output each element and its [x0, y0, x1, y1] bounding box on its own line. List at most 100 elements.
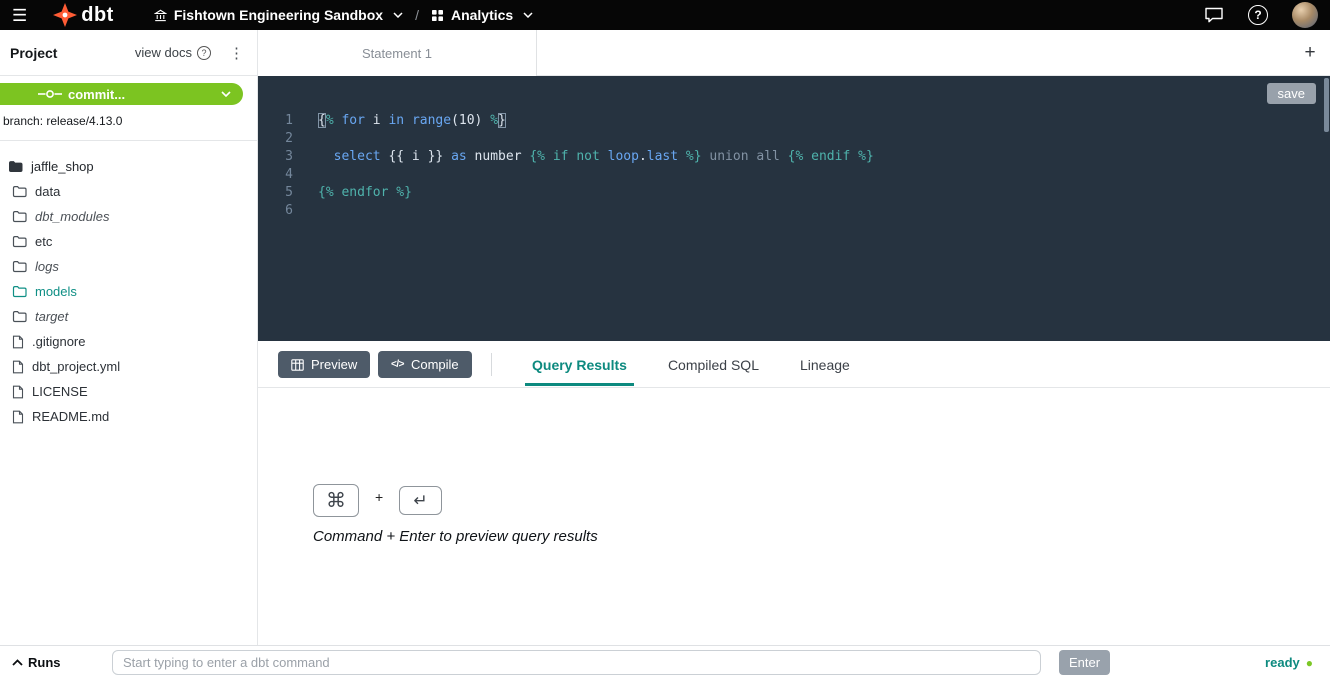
- enter-button[interactable]: Enter: [1059, 650, 1110, 675]
- sidebar-divider: [0, 140, 257, 141]
- editor-scrollbar[interactable]: [1324, 78, 1329, 132]
- top-bar: ☰ dbt Fishtown Engineering Sandbox / Ana…: [0, 0, 1330, 30]
- chevron-down-icon: [393, 12, 403, 18]
- tree-item-label: data: [35, 184, 60, 199]
- results-tabs: Query Results Compiled SQL Lineage: [532, 341, 850, 388]
- enter-key-icon: ↵: [399, 486, 442, 515]
- tree-item-dbt-project-yml[interactable]: dbt_project.yml: [0, 354, 257, 379]
- line-content: {% for i in range(10) %}: [293, 112, 506, 130]
- line-number: 2: [258, 130, 293, 148]
- topbar-actions: ?: [1204, 2, 1318, 28]
- commit-button[interactable]: commit...: [0, 83, 243, 105]
- plus-sign: +: [375, 489, 383, 505]
- project-name: Analytics: [451, 7, 513, 23]
- line-number: 6: [258, 202, 293, 220]
- file-tree: jaffle_shopdata dbt_modulesetc logs models t…: [0, 154, 257, 429]
- tree-item-target[interactable]: target: [0, 304, 257, 329]
- file-icon: [12, 335, 24, 349]
- tab-query-results[interactable]: Query Results: [532, 341, 627, 388]
- results-body: ⌘ + ↵ Command + Enter to preview query r…: [258, 388, 1330, 645]
- line-number: 1: [258, 112, 293, 130]
- code-line[interactable]: 1{% for i in range(10) %}: [258, 112, 1314, 130]
- code-editor[interactable]: save 1{% for i in range(10) %}23 select …: [258, 76, 1330, 341]
- tree-item-data[interactable]: data: [0, 179, 257, 204]
- dbt-command-input[interactable]: [112, 650, 1041, 675]
- code-line[interactable]: 3 select {{ i }} as number {% if not loo…: [258, 148, 1314, 166]
- tree-item-etc[interactable]: etc: [0, 229, 257, 254]
- status-indicator: ready ●: [1265, 646, 1313, 678]
- file-icon: [12, 385, 24, 399]
- sidebar: Project view docs ? ⋮ commit... branch: …: [0, 30, 258, 645]
- command-key-icon: ⌘: [313, 484, 359, 517]
- dbt-logo[interactable]: dbt: [53, 3, 114, 27]
- tree-item-label: etc: [35, 234, 52, 249]
- tree-item-models[interactable]: models: [0, 279, 257, 304]
- folder-icon: [12, 185, 27, 198]
- line-content: select {{ i }} as number {% if not loop.…: [293, 148, 874, 166]
- dbt-cloud-ide: ☰ dbt Fishtown Engineering Sandbox / Ana…: [0, 0, 1330, 678]
- grid-icon: [431, 9, 444, 22]
- chevron-down-icon[interactable]: [221, 91, 231, 97]
- dbt-logo-text: dbt: [81, 4, 114, 27]
- avatar[interactable]: [1292, 2, 1318, 28]
- line-number: 4: [258, 166, 293, 184]
- commit-icon: [38, 88, 62, 100]
- preview-button[interactable]: Preview: [278, 351, 370, 378]
- file-icon: [12, 410, 24, 424]
- code-line[interactable]: 5{% endfor %}: [258, 184, 1314, 202]
- tree-item-label: LICENSE: [32, 384, 88, 399]
- dbt-logo-mark-icon: [53, 3, 77, 27]
- folder-icon: [12, 260, 27, 273]
- line-number: 3: [258, 148, 293, 166]
- tree-item-label: logs: [35, 259, 59, 274]
- tree-item-label: jaffle_shop: [31, 159, 94, 174]
- branch-label: branch: release/4.13.0: [3, 114, 257, 128]
- sidebar-title: Project: [10, 45, 57, 61]
- line-number: 5: [258, 184, 293, 202]
- tree-item-label: .gitignore: [32, 334, 85, 349]
- account-selector[interactable]: Fishtown Engineering Sandbox: [154, 7, 403, 23]
- chat-icon[interactable]: [1204, 6, 1224, 24]
- tab-compiled-sql[interactable]: Compiled SQL: [668, 341, 759, 388]
- results-toolbar: Preview </> Compile Query Results Compile…: [258, 341, 1330, 388]
- view-docs-link[interactable]: view docs ?: [135, 45, 211, 60]
- folder-icon: [12, 235, 27, 248]
- compile-button[interactable]: </> Compile: [378, 351, 472, 378]
- tree-item-logs[interactable]: logs: [0, 254, 257, 279]
- tree-item--gitignore[interactable]: .gitignore: [0, 329, 257, 354]
- editor-tab-strip: Statement 1 +: [258, 30, 1330, 76]
- account-name: Fishtown Engineering Sandbox: [174, 7, 383, 23]
- overflow-menu-icon[interactable]: ⋮: [229, 44, 245, 62]
- status-dot-icon: ●: [1306, 657, 1313, 669]
- folder-open-icon: [8, 160, 23, 173]
- file-icon: [12, 360, 24, 374]
- folder-icon: [12, 310, 27, 323]
- code-lines: 1{% for i in range(10) %}23 select {{ i …: [258, 112, 1314, 220]
- view-docs-icon: ?: [197, 46, 211, 60]
- line-content: [293, 202, 318, 220]
- tree-item-readme-md[interactable]: README.md: [0, 404, 257, 429]
- status-text: ready: [1265, 655, 1300, 670]
- chevron-down-icon: [523, 12, 533, 18]
- sidebar-header: Project view docs ? ⋮: [0, 30, 257, 76]
- tab-lineage[interactable]: Lineage: [800, 341, 850, 388]
- menu-icon[interactable]: ☰: [12, 7, 27, 24]
- toolbar-divider: [491, 353, 492, 376]
- tree-item-label: models: [35, 284, 77, 299]
- building-icon: [154, 9, 167, 22]
- chevron-up-icon: [12, 659, 23, 666]
- save-button[interactable]: save: [1267, 83, 1316, 104]
- line-content: {% endfor %}: [293, 184, 412, 202]
- shortcut-hint: Command + Enter to preview query results: [313, 528, 598, 545]
- help-icon[interactable]: ?: [1248, 5, 1268, 25]
- code-line[interactable]: 4: [258, 166, 1314, 184]
- code-line[interactable]: 6: [258, 202, 1314, 220]
- add-tab-button[interactable]: +: [1298, 30, 1322, 76]
- tab-statement-1[interactable]: Statement 1: [258, 30, 537, 76]
- code-line[interactable]: 2: [258, 130, 1314, 148]
- tree-item-dbt-modules[interactable]: dbt_modules: [0, 204, 257, 229]
- tree-item-jaffle-shop[interactable]: jaffle_shop: [0, 154, 257, 179]
- project-selector[interactable]: Analytics: [431, 7, 533, 23]
- runs-toggle[interactable]: Runs: [12, 646, 61, 678]
- tree-item-license[interactable]: LICENSE: [0, 379, 257, 404]
